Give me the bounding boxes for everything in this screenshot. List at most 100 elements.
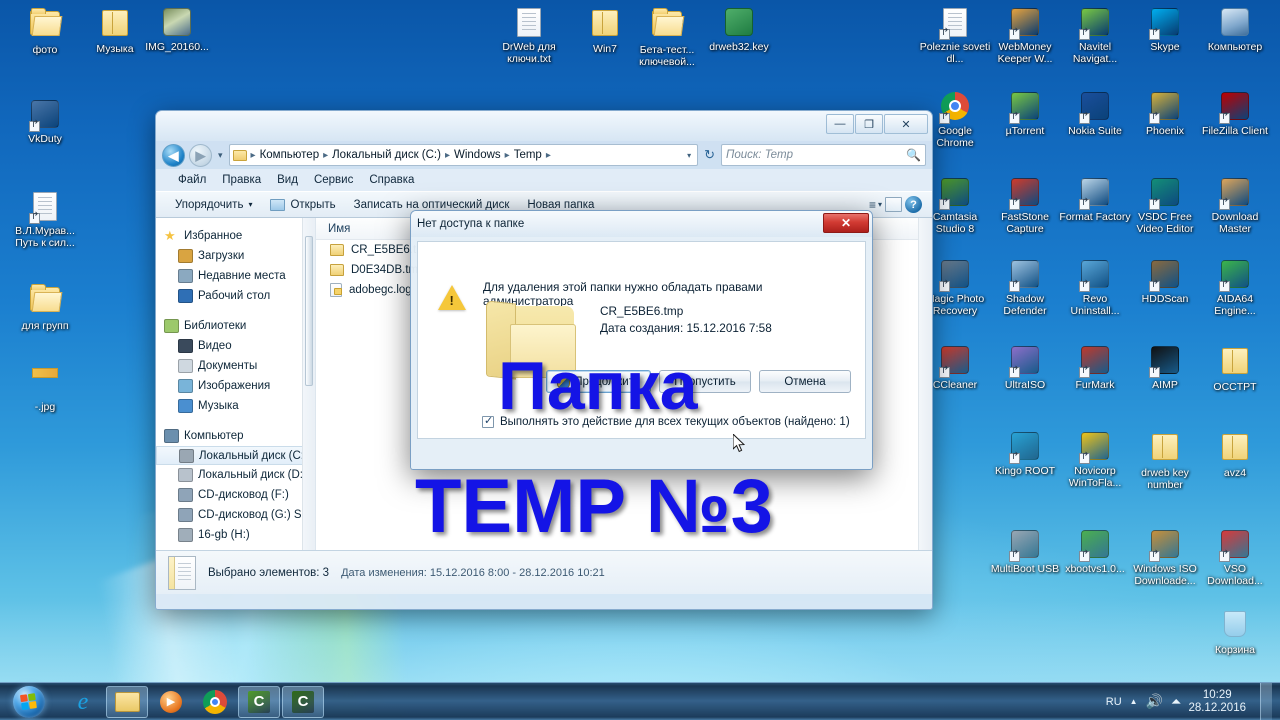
nav-item-cd-дисковод-f[interactable]: CD-дисковод (F:) [156,485,315,505]
menu-item-edit[interactable]: Правка [214,172,269,188]
desktop-icon-download-master[interactable]: Download Master [1198,176,1272,235]
nav-item-библиотеки[interactable]: Библиотеки [156,316,315,336]
desktop-icon-в-л-мурав-путь-к-сил[interactable]: В.Л.Мурав... Путь к сил... [8,190,82,249]
clock[interactable]: 10:29 28.12.2016 [1188,689,1246,715]
continue-button[interactable]: Продолжить [546,370,651,393]
desktop-icon-phoenix[interactable]: Phoenix [1128,90,1202,138]
nav-item-избранное[interactable]: ★ Избранное [156,226,315,246]
breadcrumb-dropdown-icon[interactable]: ▾ [683,151,695,160]
nav-item-cd-дисковод-g-sec[interactable]: CD-дисковод (G:) Sec [156,505,315,525]
desktop-icon-shadow-defender[interactable]: Shadow Defender [988,258,1062,317]
organize-button[interactable]: Упорядочить ▾ [166,196,261,214]
taskbar-item-camtasia-studio[interactable]: C [282,685,324,718]
minimize-button[interactable]: — [826,114,854,134]
refresh-icon[interactable]: ↻ [702,147,717,163]
nav-item-музыка[interactable]: Музыка [156,396,315,416]
desktop-icon-torrent[interactable]: µTorrent [988,90,1062,138]
nav-item-компьютер[interactable]: Компьютер [156,426,315,446]
desktop-icon-format-factory[interactable]: Format Factory [1058,176,1132,224]
network-signal-icon[interactable]: ⏶ [1171,694,1181,710]
desktop-icon-furmark[interactable]: FurMark [1058,344,1132,392]
desktop[interactable]: фото Музыка IMG_20160... VkDuty В.Л.Мурав...… [0,0,1280,720]
apply-to-all-checkbox[interactable] [482,414,494,428]
change-view-icon[interactable]: ≡ [869,198,876,212]
desktop-icon-корзина[interactable]: Корзина [1198,608,1272,657]
preview-pane-icon[interactable] [885,197,902,212]
desktop-icon-aimp[interactable]: AIMP [1128,344,1202,392]
breadcrumb-item-2[interactable]: Windows [452,148,503,162]
desktop-icon-vkduty[interactable]: VkDuty [8,98,82,146]
menu-item-view[interactable]: Вид [269,172,306,188]
menu-item-file[interactable]: Файл [170,172,214,188]
navigation-pane[interactable]: ★ Избранное Загрузки Недавние места Рабочий … [156,218,316,550]
nav-item-загрузки[interactable]: Загрузки [156,246,315,266]
desktop-icon-kingo-root[interactable]: Kingo ROOT [988,430,1062,478]
desktop-icon-vsdc-free-video-editor[interactable]: VSDC Free Video Editor [1128,176,1202,235]
nav-item-локальный-диск-d[interactable]: Локальный диск (D:) [156,465,315,485]
desktop-icon-revo-uninstall[interactable]: Revo Uninstall... [1058,258,1132,317]
desktop-icon-occtpt[interactable]: OCCTPT [1198,344,1272,394]
start-button[interactable] [2,684,56,720]
back-button[interactable]: ◀ [162,143,185,167]
nav-item-документы[interactable]: Документы [156,356,315,376]
desktop-icon-img-20160[interactable]: IMG_20160... [140,6,214,54]
history-dropdown-icon[interactable]: ▾ [216,150,225,161]
language-indicator[interactable]: RU [1106,696,1122,708]
volume-icon[interactable]: 🔊 [1146,693,1163,710]
desktop-icon-drweb-key-number[interactable]: drweb key number [1128,430,1202,491]
navigation-scrollbar[interactable] [302,218,315,550]
taskbar-item-windows-media-player[interactable]: ▶ [150,686,192,718]
close-button[interactable]: ✕ [884,114,928,134]
nav-item-недавние-места[interactable]: Недавние места [156,266,315,286]
desktop-icon-poleznie-soveti-dl[interactable]: Poleznie soveti dl... [918,6,992,65]
desktop-icon-drweb32-key[interactable]: drweb32.key [702,6,776,54]
nav-item-16-gb-h[interactable]: 16-gb (H:) [156,525,315,545]
dialog-close-button[interactable]: ✕ [823,213,869,233]
file-list-scrollbar[interactable] [918,218,932,550]
maximize-button[interactable]: ❐ [855,114,883,134]
taskbar-item-camtasia-recorder[interactable]: C [238,685,280,718]
desktop-icon-hddscan[interactable]: HDDScan [1128,258,1202,306]
apply-to-all-checkbox-row[interactable]: Выполнять это действие для всех текущих … [418,414,865,428]
desktop-icon-novicorp-wintofla[interactable]: Novicorp WinToFla... [1058,430,1132,489]
breadcrumb-item-3[interactable]: Temp [512,148,544,162]
desktop-icon-drweb-для-ключи-txt[interactable]: DrWeb для ключи.txt [492,6,566,65]
desktop-icon-avz4[interactable]: avz4 [1198,430,1272,480]
breadcrumb-item-0[interactable]: Компьютер [258,148,322,162]
taskbar-item-windows-explorer[interactable] [106,685,148,718]
desktop-icon-для-групп[interactable]: для групп [8,282,82,333]
desktop-icon-aida64-engine[interactable]: AIDA64 Engine... [1198,258,1272,317]
desktop-icon-компьютер[interactable]: Компьютер [1198,6,1272,54]
dialog-title-bar[interactable]: Нет доступа к папке ✕ [411,211,872,237]
desktop-icon-xbootvs1-0[interactable]: xbootvs1.0... [1058,528,1132,576]
nav-item-рабочий-стол[interactable]: Рабочий стол [156,286,315,306]
menu-item-tools[interactable]: Сервис [306,172,361,188]
desktop-icon-webmoney-keeper-w[interactable]: WebMoney Keeper W... [988,6,1062,65]
view-chevron-down-icon[interactable]: ▾ [878,200,882,209]
desktop-icon-navitel-navigat[interactable]: Navitel Navigat... [1058,6,1132,65]
desktop-icon-ultraiso[interactable]: UltraISO [988,344,1062,392]
desktop-icon-фото[interactable]: фото [8,6,82,57]
desktop-icon-nokia-suite[interactable]: Nokia Suite [1058,90,1132,138]
taskbar-item-google-chrome[interactable] [194,686,236,718]
explorer-title-bar[interactable]: — ❐ ✕ [156,111,932,141]
desktop-icon-windows-iso-downloade[interactable]: Windows ISO Downloade... [1128,528,1202,587]
open-button[interactable]: Открыть [261,196,344,214]
nav-item-локальный-диск-c[interactable]: Локальный диск (C:) [156,446,315,465]
show-desktop-button[interactable] [1260,682,1272,720]
skip-button[interactable]: Пропустить [659,370,751,393]
cancel-button[interactable]: Отмена [759,370,851,393]
desktop-icon-multiboot-usb[interactable]: MultiBoot USB [988,528,1062,576]
navigation-scrollbar-thumb[interactable] [305,236,313,386]
taskbar[interactable]: e ▶ C C RU ▲ 🔊 ⏶ 10:29 28.12.2016 [0,682,1280,720]
desktop-icon-jpg[interactable]: -.jpg [8,356,82,414]
desktop-icon-бета-тест-ключевой[interactable]: Бета-тест... ключевой... [630,6,704,68]
help-icon[interactable]: ? [905,196,922,213]
nav-item-изображения[interactable]: Изображения [156,376,315,396]
show-hidden-icons-icon[interactable]: ▲ [1130,697,1138,706]
desktop-icon-vso-download[interactable]: VSO Download... [1198,528,1272,587]
breadcrumb-item-1[interactable]: Локальный диск (C:) [330,148,443,162]
breadcrumb[interactable]: ▸ Компьютер ▸ Локальный диск (C:) ▸ Wind… [228,144,699,166]
folder-access-denied-dialog[interactable]: Нет доступа к папке ✕ Для удаления этой … [410,210,873,470]
desktop-icon-filezilla-client[interactable]: FileZilla Client [1198,90,1272,138]
